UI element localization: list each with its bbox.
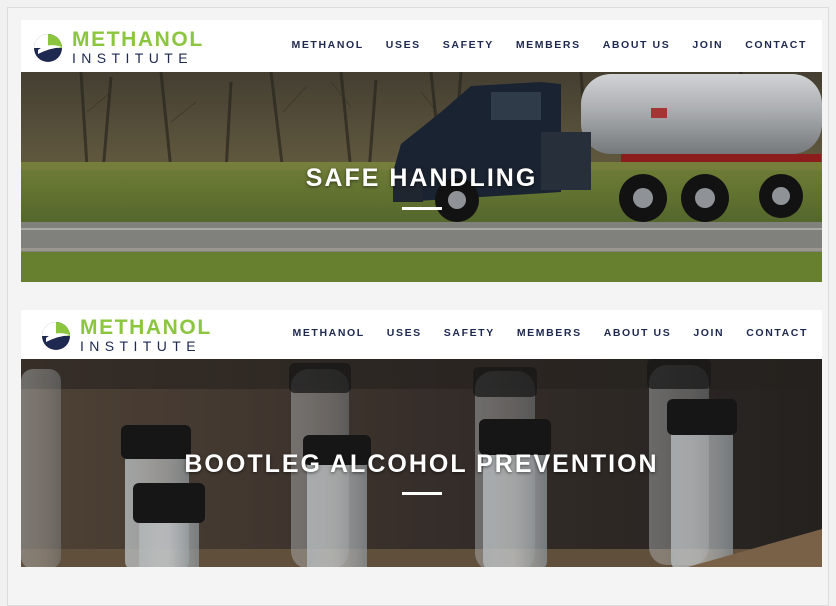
nav-join[interactable]: JOIN (692, 39, 723, 51)
logo-word-methanol: METHANOL (72, 28, 204, 51)
nav-about-us[interactable]: ABOUT US (603, 39, 671, 51)
hero-title: BOOTLEG ALCOHOL PREVENTION (184, 450, 659, 478)
logo-word-institute: INSTITUTE (80, 338, 201, 354)
hero-banner-safe-handling: SAFE HANDLING (21, 72, 822, 282)
nav-safety[interactable]: SAFETY (443, 39, 494, 51)
title-underline (401, 207, 442, 210)
nav-uses[interactable]: USES (386, 39, 421, 51)
page-section-bootleg-alcohol: METHANOL INSTITUTE METHANOL USES SAFETY … (21, 310, 822, 567)
nav-join[interactable]: JOIN (693, 327, 724, 339)
nav-about-us[interactable]: ABOUT US (604, 327, 672, 339)
nav-methanol[interactable]: METHANOL (292, 327, 364, 339)
page-section-safe-handling: METHANOL INSTITUTE METHANOL USES SAFETY … (21, 20, 822, 282)
logo-word-methanol: METHANOL (80, 316, 212, 339)
site-header: METHANOL INSTITUTE METHANOL USES SAFETY … (21, 310, 822, 359)
nav-safety[interactable]: SAFETY (444, 327, 495, 339)
nav-methanol[interactable]: METHANOL (291, 39, 363, 51)
methanol-institute-logo[interactable]: METHANOL INSTITUTE (30, 28, 205, 68)
nav-members[interactable]: MEMBERS (517, 327, 582, 339)
methanol-institute-logo[interactable]: METHANOL INSTITUTE (38, 316, 213, 356)
logo-mark-icon (42, 322, 70, 350)
main-nav: METHANOL USES SAFETY MEMBERS ABOUT US JO… (292, 327, 808, 339)
hero-title: SAFE HANDLING (305, 164, 538, 192)
nav-contact[interactable]: CONTACT (746, 327, 808, 339)
main-nav: METHANOL USES SAFETY MEMBERS ABOUT US JO… (291, 39, 807, 51)
logo-word-institute: INSTITUTE (72, 50, 193, 66)
nav-uses[interactable]: USES (387, 327, 422, 339)
site-header: METHANOL INSTITUTE METHANOL USES SAFETY … (21, 20, 822, 72)
title-underline (401, 492, 442, 495)
hero-banner-bootleg-alcohol: BOOTLEG ALCOHOL PREVENTION (21, 359, 822, 567)
nav-members[interactable]: MEMBERS (516, 39, 581, 51)
logo-mark-icon (34, 34, 62, 62)
nav-contact[interactable]: CONTACT (745, 39, 807, 51)
